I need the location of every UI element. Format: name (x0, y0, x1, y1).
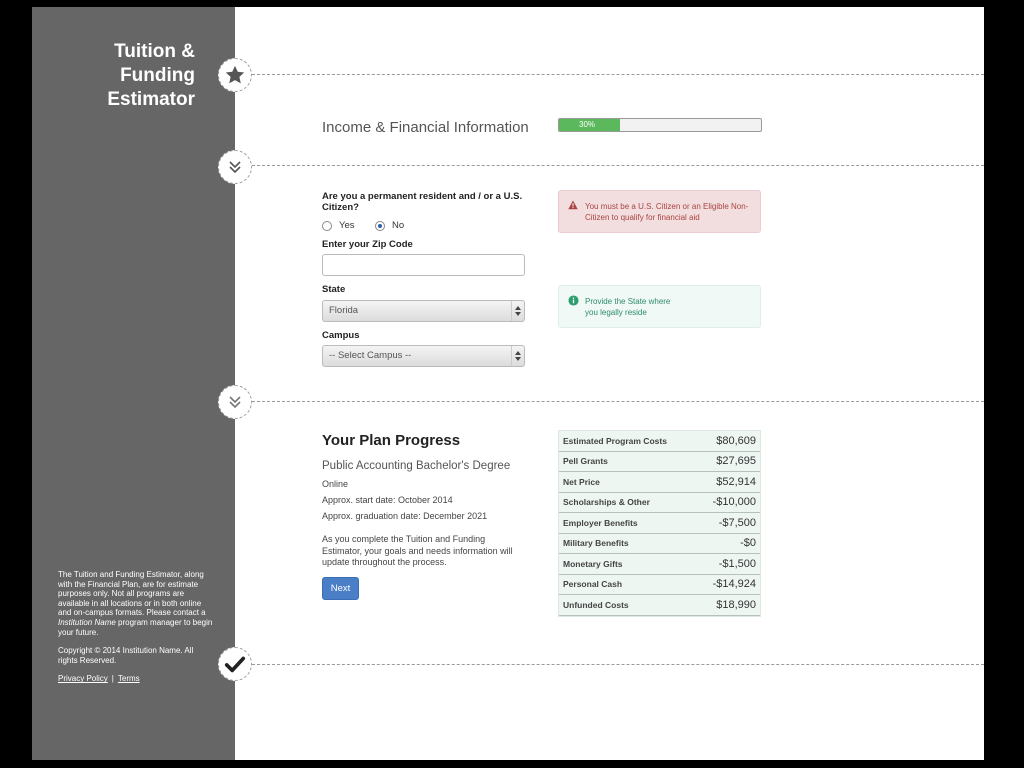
cost-value: $18,990 (716, 598, 756, 611)
divider-line (252, 401, 984, 402)
cost-label: Unfunded Costs (563, 599, 629, 610)
cost-label: Employer Benefits (563, 517, 638, 528)
citizenship-alert-text: You must be a U.S. Citizen or an Eligibl… (585, 202, 749, 222)
step-node-expand[interactable] (218, 150, 252, 184)
radio-yes-label: Yes (339, 220, 355, 231)
app-title-line2: Funding (120, 65, 195, 86)
table-row: Personal Cash -$14,924 (559, 575, 760, 595)
radio-no[interactable]: No (375, 220, 404, 231)
progress-bar: 30% (558, 118, 762, 132)
star-icon (225, 65, 245, 84)
next-button[interactable]: Next (322, 577, 359, 600)
radio-yes[interactable]: Yes (322, 220, 355, 231)
step-node-complete (218, 647, 252, 681)
cost-value: -$1,500 (718, 557, 756, 570)
cost-value: -$10,000 (712, 496, 756, 509)
table-row: Scholarships & Other -$10,000 (559, 493, 760, 513)
app-title: Tuition & Funding Estimator (55, 40, 195, 112)
checkmark-icon (224, 656, 246, 673)
step-node-start (218, 58, 252, 92)
radio-yes-button[interactable] (322, 220, 332, 231)
warning-icon (568, 200, 578, 210)
double-chevron-down-icon (229, 161, 241, 174)
app-title-line3: Estimator (107, 89, 195, 110)
divider-line (252, 165, 984, 166)
app-title-line1: Tuition & (114, 41, 195, 62)
table-row: Pell Grants $27,695 (559, 452, 760, 472)
institution-name: Institution Name (58, 617, 116, 627)
plan-description: As you complete the Tuition and Funding … (322, 534, 513, 567)
zip-label: Enter your Zip Code (322, 239, 413, 250)
cost-label: Estimated Program Costs (563, 435, 667, 446)
select-arrows-icon (511, 301, 524, 321)
cost-label: Pell Grants (563, 456, 608, 467)
costs-table: Estimated Program Costs $80,609 Pell Grant… (558, 430, 761, 617)
terms-link[interactable]: Terms (118, 674, 140, 683)
disclaimer: The Tuition and Funding Estimator, along… (58, 570, 213, 693)
cost-value: -$14,924 (712, 578, 756, 591)
table-row: Military Benefits -$0 (559, 534, 760, 554)
double-chevron-down-icon (229, 396, 241, 409)
footer-links: Privacy Policy | Terms (58, 674, 213, 684)
program-format: Online (322, 479, 349, 489)
sidebar: Tuition & Funding Estimator The Tuition … (32, 7, 235, 760)
cost-value: $80,609 (716, 434, 756, 447)
step-node-expand[interactable] (218, 385, 252, 419)
cost-value: -$0 (740, 537, 756, 550)
radio-no-button[interactable] (375, 220, 385, 231)
cost-value: $27,695 (716, 455, 756, 468)
divider-line (252, 74, 984, 75)
radio-no-label: No (392, 220, 405, 231)
table-row: Net Price $52,914 (559, 472, 760, 493)
state-label: State (322, 284, 346, 295)
info-icon (568, 295, 579, 306)
cost-label: Personal Cash (563, 579, 623, 590)
citizen-question: Are you a permanent resident and / or a … (322, 191, 523, 213)
table-row: Estimated Program Costs $80,609 (559, 431, 760, 452)
citizenship-alert: You must be a U.S. Citizen or an Eligibl… (558, 190, 761, 233)
campus-select[interactable]: -- Select Campus -- (322, 345, 525, 367)
select-arrows-icon (511, 346, 524, 366)
privacy-policy-link[interactable]: Privacy Policy (58, 674, 108, 683)
cost-label: Net Price (563, 476, 600, 487)
zip-input[interactable] (322, 254, 525, 276)
progress-label: 30% (579, 120, 596, 129)
table-row: Unfunded Costs $18,990 (559, 595, 760, 616)
link-separator: | (111, 674, 114, 684)
cost-value: -$7,500 (718, 516, 756, 529)
campus-select-value: -- Select Campus -- (329, 350, 412, 361)
start-date: Approx. start date: October 2014 (322, 495, 453, 505)
program-name: Public Accounting Bachelor's Degree (322, 460, 511, 472)
cost-label: Scholarships & Other (563, 497, 650, 508)
cost-label: Military Benefits (563, 538, 629, 549)
copyright: Copyright © 2014 Institution Name. All r… (58, 646, 194, 665)
section-title: Income & Financial Information (322, 119, 529, 136)
disclaimer-text-before: The Tuition and Funding Estimator, along… (58, 570, 206, 618)
cost-value: $52,914 (716, 475, 756, 488)
progress-fill: 30% (559, 119, 620, 131)
plan-title: Your Plan Progress (322, 432, 461, 449)
state-select-value: Florida (329, 305, 359, 316)
state-select[interactable]: Florida (322, 300, 525, 322)
table-row: Monetary Gifts -$1,500 (559, 554, 760, 575)
table-row: Employer Benefits -$7,500 (559, 513, 760, 534)
campus-label: Campus (322, 330, 360, 341)
divider-line (252, 664, 984, 665)
graduation-date: Approx. graduation date: December 2021 (322, 511, 488, 521)
state-info: Provide the State where you legally resi… (558, 285, 761, 328)
state-info-text: Provide the State where you legally resi… (585, 297, 671, 317)
disclaimer-text: The Tuition and Funding Estimator, along… (58, 570, 213, 637)
cost-label: Monetary Gifts (563, 558, 623, 569)
app-window: Tuition & Funding Estimator The Tuition … (32, 7, 984, 760)
